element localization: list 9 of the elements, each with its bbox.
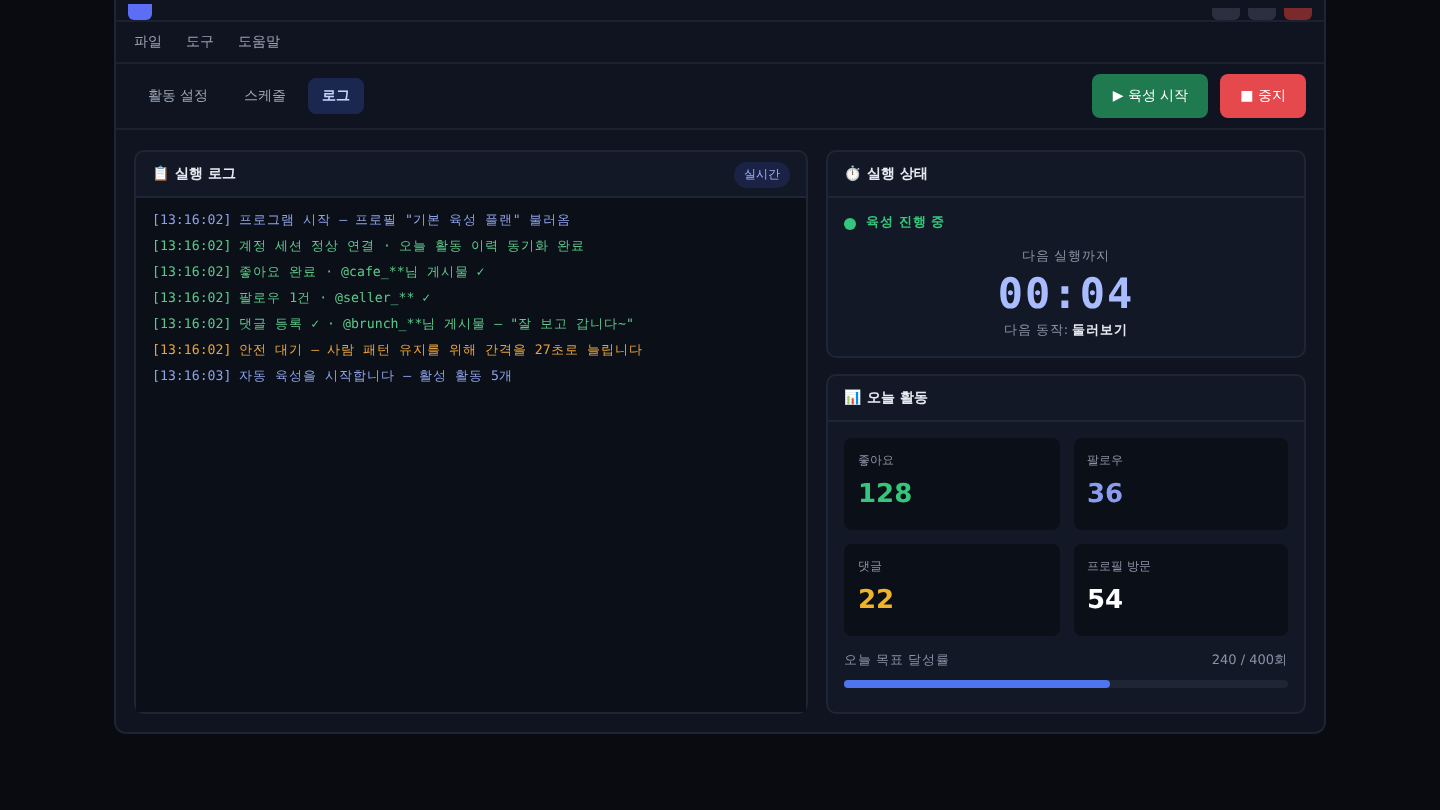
stat-value: 54: [1087, 586, 1126, 616]
stat-value: 36: [1087, 480, 1126, 510]
app-icon: [128, 4, 152, 20]
stat-value: 22: [858, 586, 897, 616]
close-button[interactable]: [1284, 8, 1312, 20]
minimize-button[interactable]: [1212, 8, 1240, 20]
maximize-button[interactable]: [1248, 8, 1276, 20]
stat-value: 128: [858, 480, 915, 510]
countdown: 00:04: [997, 270, 1135, 318]
